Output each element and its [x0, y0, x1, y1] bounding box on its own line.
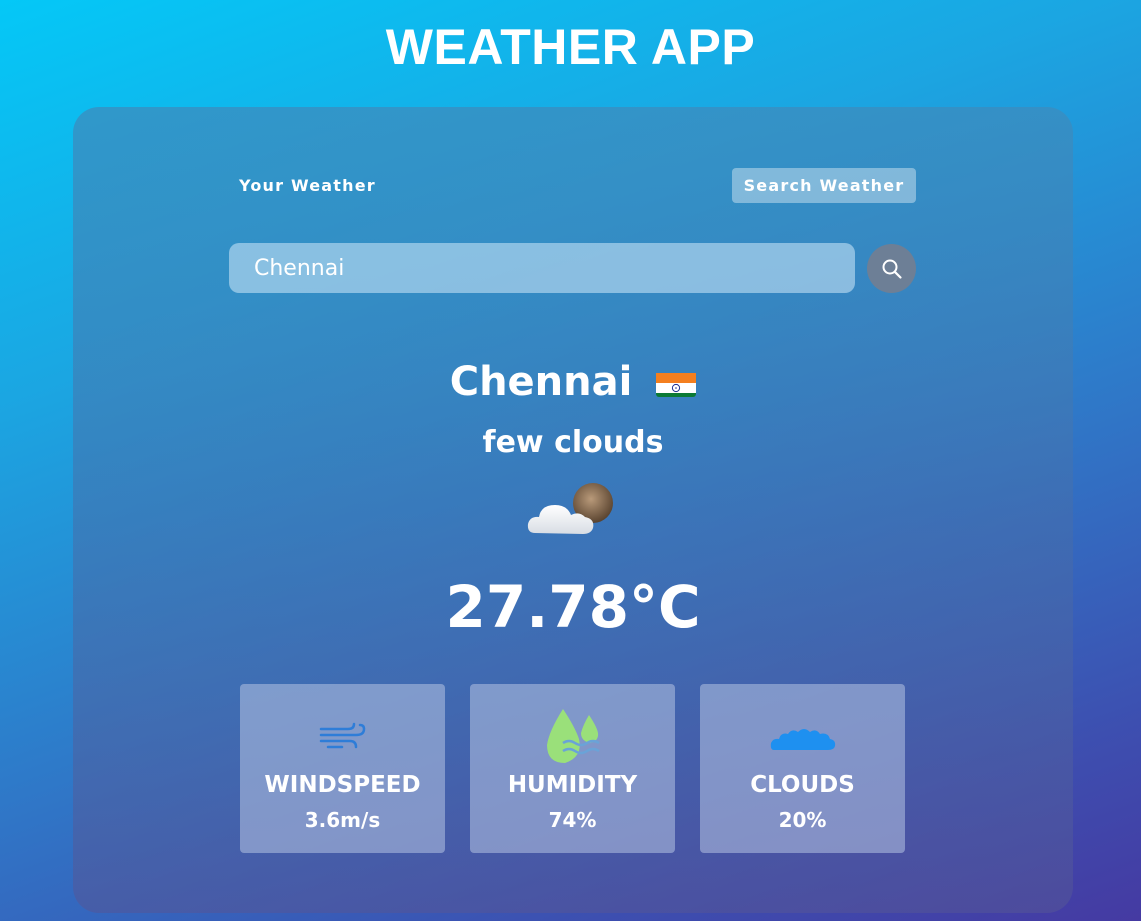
- stats-row: WINDSPEED 3.6m/s HUMIDITY 74% CLOUDS 20%: [240, 684, 905, 853]
- wind-icon: [319, 722, 365, 749]
- clouds-card: CLOUDS 20%: [700, 684, 905, 853]
- search-input[interactable]: [229, 243, 855, 293]
- windspeed-card: WINDSPEED 3.6m/s: [240, 684, 445, 853]
- india-flag-icon: [656, 367, 697, 397]
- windspeed-value: 3.6m/s: [304, 808, 381, 832]
- city-name: Chennai: [449, 359, 633, 405]
- clouds-label: CLOUDS: [750, 772, 855, 798]
- tab-search-weather[interactable]: Search Weather: [732, 168, 916, 203]
- few-clouds-icon: [525, 481, 619, 543]
- city-heading: Chennai: [73, 357, 1073, 405]
- search-button[interactable]: [867, 244, 916, 293]
- temperature: 27.78°C: [445, 573, 701, 641]
- clouds-value: 20%: [778, 808, 827, 832]
- app-title: WEATHER APP: [385, 19, 756, 75]
- humidity-card: HUMIDITY 74%: [470, 684, 675, 853]
- windspeed-label: WINDSPEED: [264, 772, 421, 798]
- search-icon: [882, 259, 902, 279]
- weather-card: Your Weather Search Weather Chennai few …: [73, 107, 1073, 913]
- humidity-label: HUMIDITY: [507, 772, 638, 798]
- weather-description: few clouds: [482, 425, 664, 460]
- clouds-icon: [770, 729, 835, 750]
- humidity-value: 74%: [548, 808, 597, 832]
- tab-your-weather[interactable]: Your Weather: [239, 176, 376, 196]
- humidity-icon: [546, 709, 600, 763]
